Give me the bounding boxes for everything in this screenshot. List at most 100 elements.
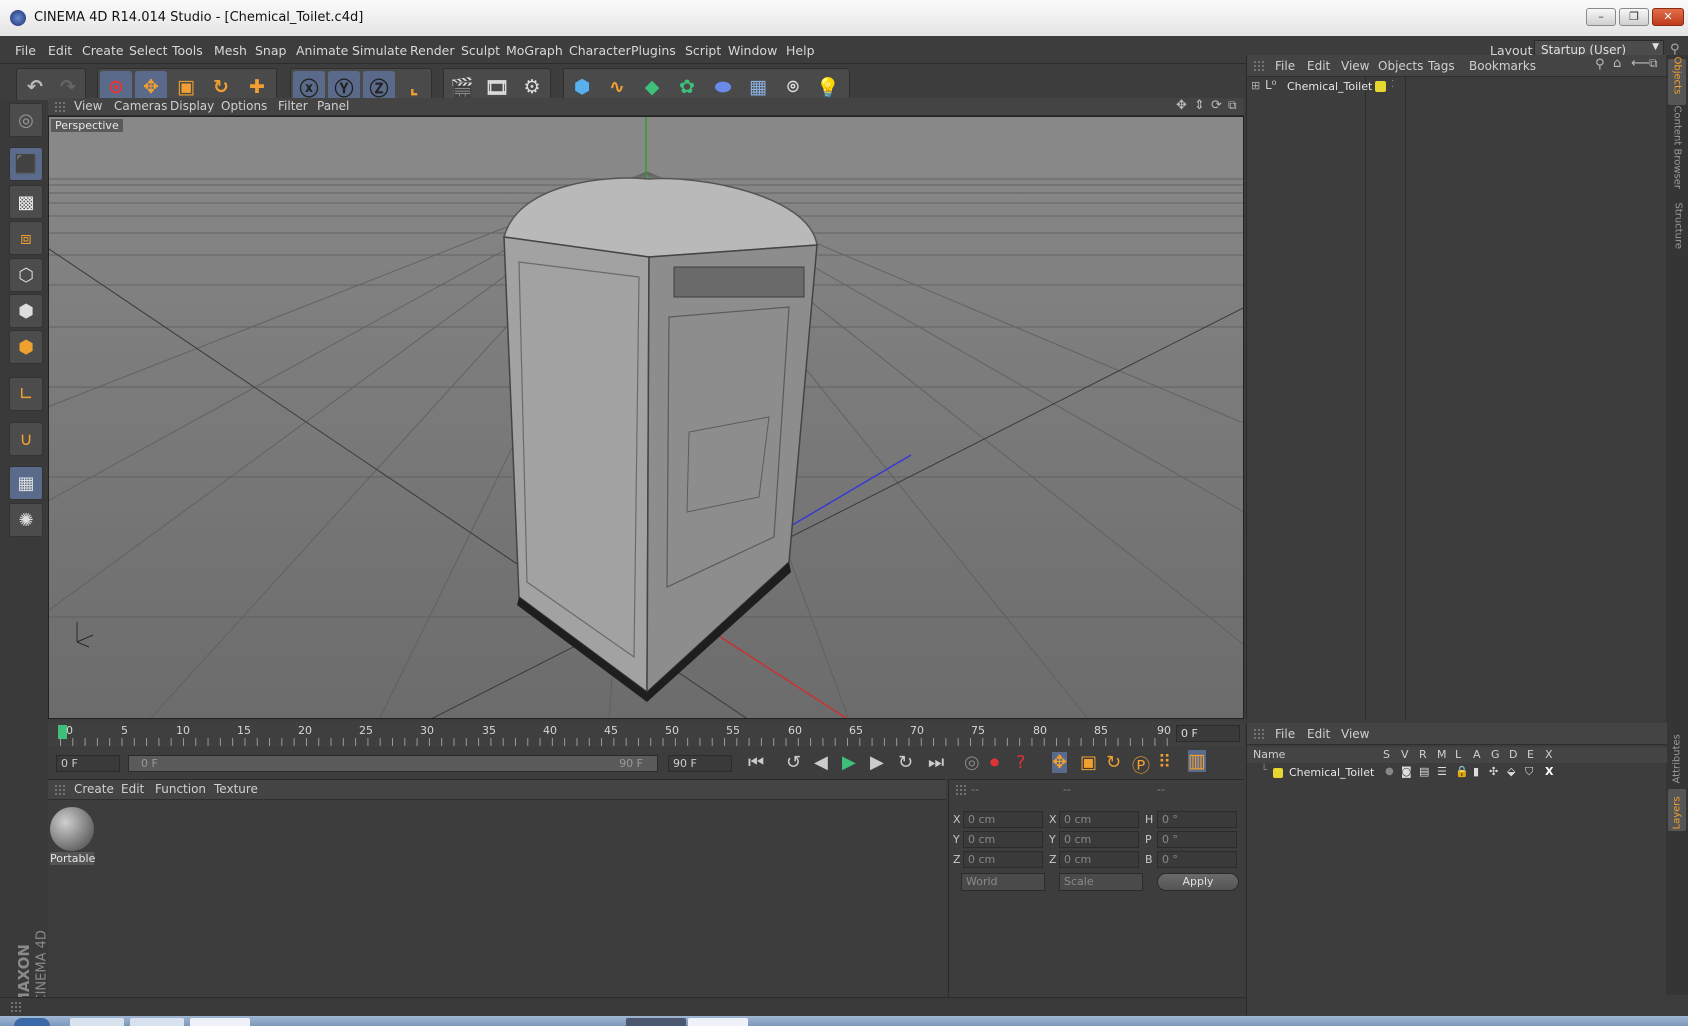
layer-menu-file[interactable]: File: [1275, 727, 1295, 741]
material-menu-create[interactable]: Create: [74, 782, 114, 796]
edges-mode-icon[interactable]: ⬢: [9, 294, 43, 328]
menu-create[interactable]: Create: [82, 43, 124, 58]
menu-help[interactable]: Help: [786, 43, 815, 58]
animation-toggle-icon[interactable]: ▮: [1473, 765, 1479, 778]
undo-icon[interactable]: ↶: [19, 71, 51, 103]
record-keys-icon[interactable]: ◎: [964, 752, 980, 773]
menu-character[interactable]: Character: [569, 43, 631, 58]
taskbar-item[interactable]: [190, 1018, 250, 1026]
viewport-menu-cameras[interactable]: Cameras: [114, 99, 167, 113]
restore-button[interactable]: ❐: [1619, 8, 1649, 26]
back-icon[interactable]: ⟵: [1631, 56, 1650, 71]
menu-snap[interactable]: Snap: [255, 43, 286, 58]
timeline-layout-icon[interactable]: ▥: [1188, 750, 1206, 772]
perspective-viewport[interactable]: Perspective: [48, 116, 1244, 719]
key-position-icon[interactable]: ✥: [1052, 752, 1068, 773]
viewport-maximize-icon[interactable]: ⧉: [1228, 98, 1237, 113]
object-menu-bookmarks[interactable]: Bookmarks: [1469, 59, 1536, 73]
previous-frame-icon[interactable]: ◀: [814, 752, 828, 773]
layer-color-swatch[interactable]: [1375, 81, 1386, 92]
position-x-field[interactable]: 0 cm: [963, 811, 1043, 828]
menu-select[interactable]: Select: [129, 43, 168, 58]
snapping-icon[interactable]: ∪: [9, 422, 43, 456]
object-menu-edit[interactable]: Edit: [1307, 59, 1330, 73]
object-menu-tags[interactable]: Tags: [1428, 59, 1455, 73]
end-frame-field[interactable]: 90 F: [668, 755, 732, 772]
layer-menu-edit[interactable]: Edit: [1307, 727, 1330, 741]
position-z-field[interactable]: 0 cm: [963, 851, 1043, 868]
workplane-lock-icon[interactable]: ▦: [9, 466, 43, 500]
key-pla-icon[interactable]: ⠿: [1158, 752, 1171, 773]
render-toggle-icon[interactable]: ▤: [1419, 765, 1429, 778]
taskbar-item[interactable]: [70, 1018, 124, 1026]
object-menu-file[interactable]: File: [1275, 59, 1295, 73]
menu-file[interactable]: File: [15, 43, 36, 58]
layer-color-swatch[interactable]: [1273, 768, 1283, 778]
key-parameter-icon[interactable]: Ⓟ: [1132, 752, 1150, 778]
menu-animate[interactable]: Animate: [296, 43, 348, 58]
manager-toggle-icon[interactable]: ☰: [1437, 765, 1447, 778]
menu-simulate[interactable]: Simulate: [352, 43, 407, 58]
menu-tools[interactable]: Tools: [172, 43, 203, 58]
size-x-field[interactable]: 0 cm: [1059, 811, 1139, 828]
go-to-end-icon[interactable]: ⏭: [928, 752, 944, 773]
home-icon[interactable]: ⌂: [1613, 56, 1621, 71]
tab-attributes[interactable]: Attributes: [1668, 727, 1686, 785]
viewport-menu-filter[interactable]: Filter: [278, 99, 308, 113]
layer-row[interactable]: └ Chemical_Toilet ● ◙ ▤ ☰ 🔒 ▮ ✣ ⬙ ⛉ X: [1247, 765, 1667, 781]
axis-mode-icon[interactable]: ∟: [9, 377, 43, 411]
menu-render[interactable]: Render: [410, 43, 455, 58]
apply-button[interactable]: Apply: [1157, 873, 1239, 891]
xref-toggle-icon[interactable]: X: [1545, 765, 1553, 778]
rotation-p-field[interactable]: 0 °: [1157, 831, 1237, 848]
search-icon[interactable]: ⚲: [1595, 57, 1605, 72]
timeline-ruler[interactable]: 0 5 10 15 20 25 30 35 40 45 50 55 60 65 …: [48, 721, 1244, 747]
make-editable-icon[interactable]: ◎: [9, 103, 43, 137]
texture-mode-icon[interactable]: ▩: [9, 185, 43, 219]
material-menu-texture[interactable]: Texture: [214, 782, 258, 796]
solo-toggle-icon[interactable]: ●: [1385, 766, 1394, 777]
generators-toggle-icon[interactable]: ✣: [1489, 765, 1498, 778]
start-button-icon[interactable]: [14, 1018, 50, 1026]
size-y-field[interactable]: 0 cm: [1059, 831, 1139, 848]
position-y-field[interactable]: 0 cm: [963, 831, 1043, 848]
previous-key-icon[interactable]: ↺: [786, 752, 801, 773]
current-frame-field[interactable]: 0 F: [1176, 725, 1240, 742]
view-toggle-icon[interactable]: ◙: [1401, 765, 1412, 778]
menu-script[interactable]: Script: [685, 43, 721, 58]
material-menu-function[interactable]: Function: [155, 782, 206, 796]
viewport-menu-view[interactable]: View: [74, 99, 102, 113]
taskbar-item[interactable]: [688, 1018, 748, 1026]
next-key-icon[interactable]: ↻: [898, 752, 913, 773]
coordinate-mode-dropdown[interactable]: World: [961, 873, 1045, 891]
close-button[interactable]: ✕: [1652, 8, 1684, 26]
taskbar-item[interactable]: [626, 1018, 686, 1026]
visibility-dots-icon[interactable]: ⁚: [1391, 79, 1394, 90]
viewport-menu-options[interactable]: Options: [221, 99, 267, 113]
rotation-b-field[interactable]: 0 °: [1157, 851, 1237, 868]
material-menu-edit[interactable]: Edit: [121, 782, 144, 796]
tab-objects[interactable]: Objects: [1668, 57, 1686, 105]
viewport-zoom-icon[interactable]: ⇕: [1194, 98, 1205, 113]
polygons-mode-icon[interactable]: ⬢: [9, 330, 43, 364]
frame-range-slider[interactable]: 0 F 90 F: [128, 755, 658, 772]
viewport-rotate-icon[interactable]: ⟳: [1211, 98, 1222, 113]
menu-plugins[interactable]: Plugins: [631, 43, 676, 58]
size-z-field[interactable]: 0 cm: [1059, 851, 1139, 868]
material-item[interactable]: Portable: [50, 807, 95, 865]
tab-structure[interactable]: Structure: [1668, 203, 1686, 257]
object-menu-objects[interactable]: Objects: [1378, 59, 1423, 73]
layer-menu-view[interactable]: View: [1341, 727, 1369, 741]
points-mode-icon[interactable]: ⬡: [9, 258, 43, 292]
minimize-button[interactable]: –: [1586, 8, 1616, 26]
expand-icon[interactable]: ⊞: [1251, 79, 1260, 92]
deformers-toggle-icon[interactable]: ⬙: [1507, 765, 1515, 778]
menu-edit[interactable]: Edit: [48, 43, 72, 58]
menu-mograph[interactable]: MoGraph: [506, 43, 563, 58]
soft-selection-icon[interactable]: ✺: [9, 503, 43, 537]
new-window-icon[interactable]: ⧉: [1649, 56, 1658, 71]
workplane-mode-icon[interactable]: ⧈: [9, 221, 43, 255]
viewport-move-icon[interactable]: ✥: [1176, 98, 1187, 113]
next-frame-icon[interactable]: ▶: [870, 752, 884, 773]
go-to-start-icon[interactable]: ⏮: [748, 752, 764, 773]
